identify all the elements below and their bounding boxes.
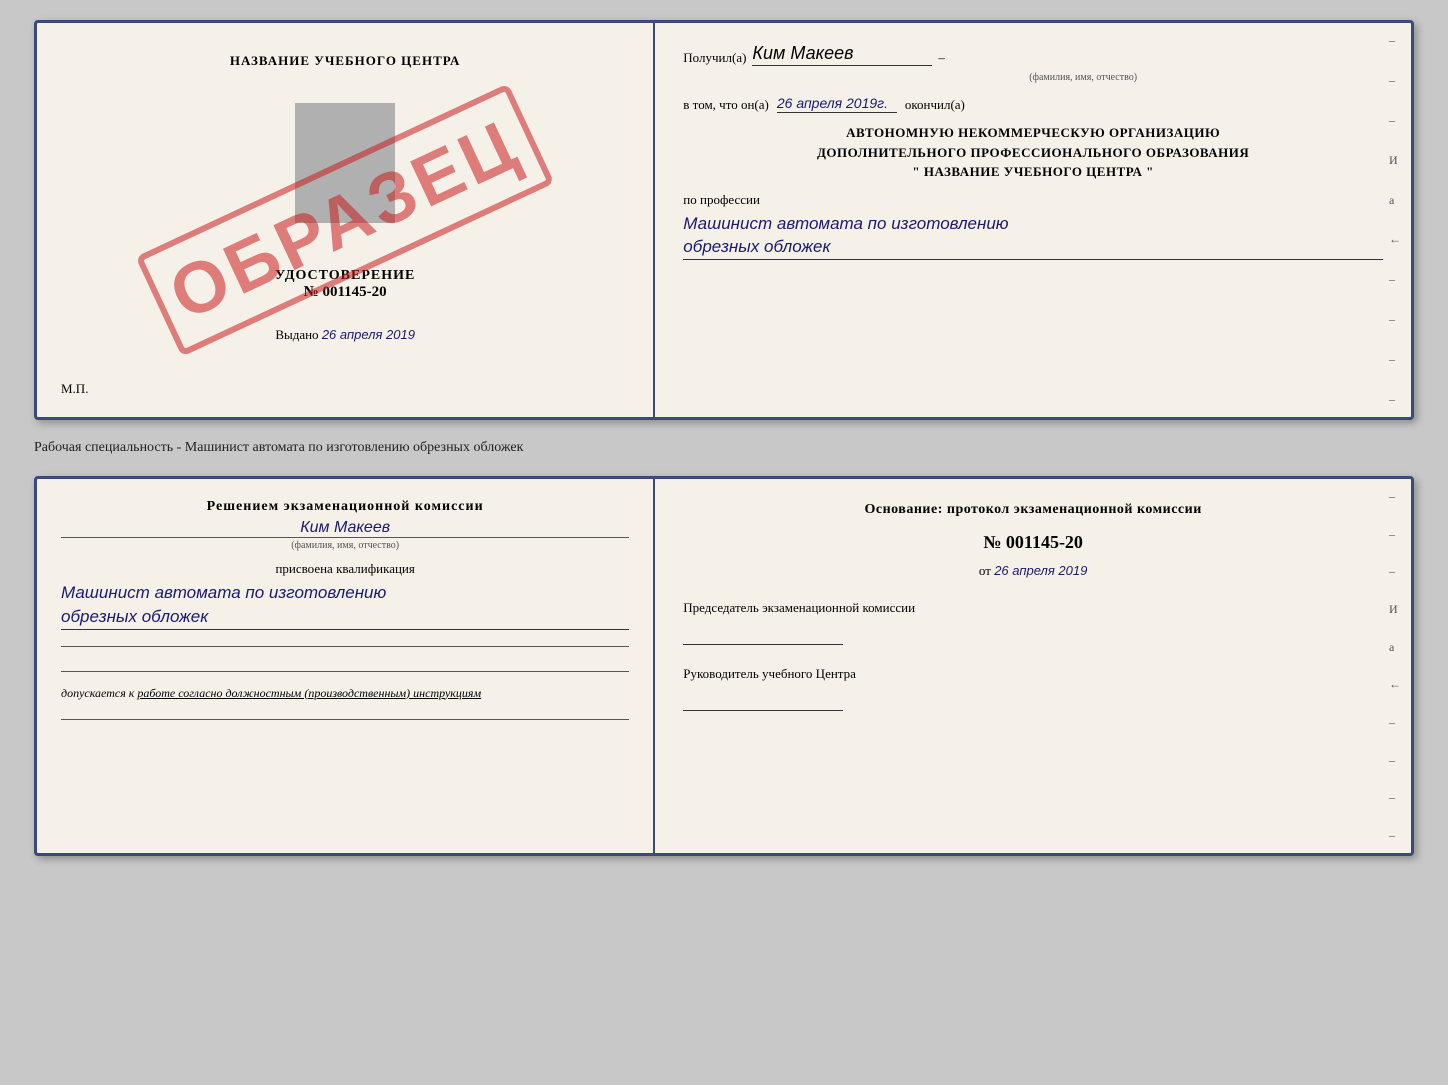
bottom-right-decorations: – – – И а ← – – – – <box>1389 479 1405 853</box>
chairman-block: Председатель экзаменационной комиссии <box>683 599 1383 645</box>
head-block: Руководитель учебного Центра <box>683 665 1383 711</box>
top-certificate-card: НАЗВАНИЕ УЧЕБНОГО ЦЕНТРА УДОСТОВЕРЕНИЕ №… <box>34 20 1414 420</box>
blank-line1 <box>61 646 629 647</box>
bottom-card-right: Основание: протокол экзаменационной коми… <box>655 479 1411 853</box>
date-row: в том, что он(а) 26 апреля 2019г. окончи… <box>683 95 1383 113</box>
profession-line2: обрезных обложек <box>683 235 1383 259</box>
protocol-date: от 26 апреля 2019 <box>683 563 1383 579</box>
finished-label: окончил(а) <box>905 97 965 113</box>
name-subtext: (фамилия, имя, отчество) <box>783 72 1383 83</box>
admits-text: допускается к работе согласно должностны… <box>61 686 629 701</box>
protocol-date-value: 26 апреля 2019 <box>994 563 1087 578</box>
org-line2: ДОПОЛНИТЕЛЬНОГО ПРОФЕССИОНАЛЬНОГО ОБРАЗО… <box>683 143 1383 163</box>
bottom-certificate-card: Решением экзаменационной комиссии Ким Ма… <box>34 476 1414 856</box>
right-decorations: – – – И а ← – – – – <box>1389 23 1405 417</box>
top-card-right: Получил(а) Ким Макеев – (фамилия, имя, о… <box>655 23 1411 417</box>
blank-line2 <box>61 671 629 672</box>
qualification-line2: обрезных обложек <box>61 605 629 629</box>
issued-date-value: 26 апреля 2019 <box>322 327 415 342</box>
head-label: Руководитель учебного Центра <box>683 665 1383 683</box>
mp-label: М.П. <box>61 381 88 397</box>
admits-value: работе согласно должностным (производств… <box>137 686 481 700</box>
basis-text: Основание: протокол экзаменационной коми… <box>683 499 1383 520</box>
person-name: Ким Макеев <box>61 519 629 537</box>
protocol-number: № 001145-20 <box>683 532 1383 553</box>
photo-placeholder <box>295 103 395 223</box>
profession-label: по профессии <box>683 192 1383 208</box>
issued-date: Выдано 26 апреля 2019 <box>275 327 415 343</box>
chairman-sig-line <box>683 621 843 645</box>
qualification-label: присвоена квалификация <box>61 561 629 577</box>
received-name: Ким Макеев <box>752 43 932 66</box>
issued-label: Выдано <box>275 327 318 342</box>
blank-line3 <box>61 719 629 720</box>
profession-value: Машинист автомата по изготовлению обрезн… <box>683 212 1383 261</box>
profession-line1: Машинист автомата по изготовлению <box>683 212 1383 236</box>
separator-label: Рабочая специальность - Машинист автомат… <box>34 436 1414 460</box>
org-line3: " НАЗВАНИЕ УЧЕБНОГО ЦЕНТРА " <box>683 162 1383 182</box>
cert-number: № 001145-20 <box>275 284 415 301</box>
chairman-label: Председатель экзаменационной комиссии <box>683 599 1383 617</box>
bottom-name-subtext: (фамилия, имя, отчество) <box>61 537 629 551</box>
school-name-top: НАЗВАНИЕ УЧЕБНОГО ЦЕНТРА <box>230 53 461 69</box>
admits-label: допускается к <box>61 686 134 700</box>
qualification-line1: Машинист автомата по изготовлению <box>61 581 629 605</box>
received-row: Получил(а) Ким Макеев – <box>683 43 1383 66</box>
in-that-label: в том, что он(а) <box>683 97 769 113</box>
head-sig-line <box>683 687 843 711</box>
protocol-date-prefix: от <box>979 563 991 578</box>
date-value: 26 апреля 2019г. <box>777 95 897 113</box>
org-block: АВТОНОМНУЮ НЕКОММЕРЧЕСКУЮ ОРГАНИЗАЦИЮ ДО… <box>683 123 1383 182</box>
decision-text: Решением экзаменационной комиссии <box>61 499 629 515</box>
received-label: Получил(а) <box>683 50 746 66</box>
bottom-card-left: Решением экзаменационной комиссии Ким Ма… <box>37 479 655 853</box>
top-card-left: НАЗВАНИЕ УЧЕБНОГО ЦЕНТРА УДОСТОВЕРЕНИЕ №… <box>37 23 655 417</box>
qualification-value: Машинист автомата по изготовлению обрезн… <box>61 581 629 630</box>
cert-title: УДОСТОВЕРЕНИЕ <box>275 268 415 284</box>
dash1: – <box>938 50 945 66</box>
certificate-box: УДОСТОВЕРЕНИЕ № 001145-20 <box>275 268 415 301</box>
org-line1: АВТОНОМНУЮ НЕКОММЕРЧЕСКУЮ ОРГАНИЗАЦИЮ <box>683 123 1383 143</box>
